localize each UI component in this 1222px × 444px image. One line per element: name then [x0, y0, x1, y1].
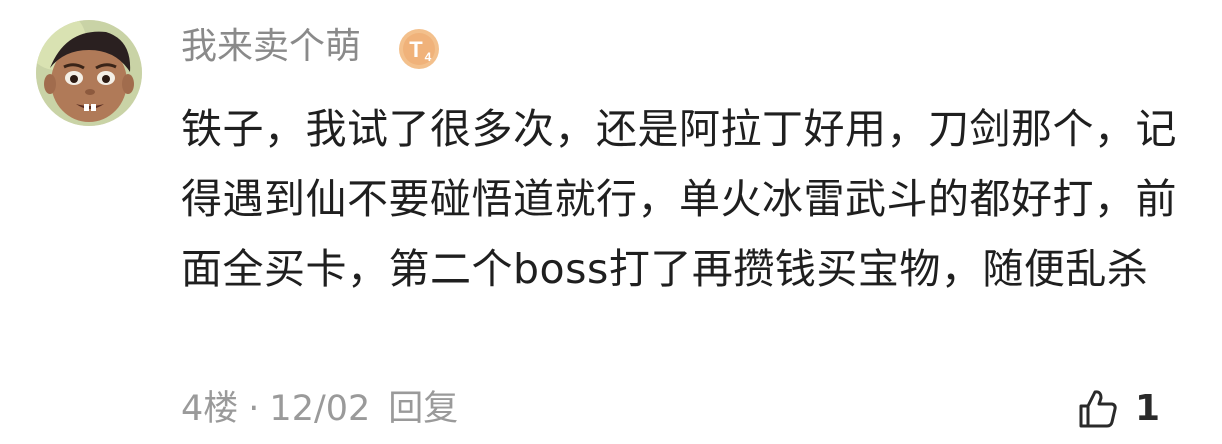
like-count: 1	[1134, 388, 1160, 429]
meta-separator: ·	[248, 389, 260, 429]
user-avatar[interactable]	[36, 20, 142, 126]
like-button[interactable]: 1	[1077, 384, 1160, 434]
reply-button[interactable]: 回复	[388, 389, 458, 429]
level-badge-letter: T	[409, 37, 423, 62]
avatar-image	[36, 20, 142, 126]
comment-meta: 4楼 · 12/02 回复	[181, 384, 458, 434]
comment-date: 12/02	[269, 389, 371, 429]
comment-text: 铁子，我试了很多次，还是阿拉丁好用，刀剑那个，记得遇到仙不要碰悟道就行，单火冰雷…	[181, 105, 1177, 293]
comment-item: 我来卖个萌 T 4 铁子，我试了很多次，还是阿拉丁好用，刀剑那个，记得遇到仙不要…	[0, 0, 1222, 444]
user-level-badge-icon: T 4	[399, 29, 439, 69]
thumb-up-icon	[1079, 390, 1117, 428]
floor-number: 4楼	[181, 389, 239, 429]
username[interactable]: 我来卖个萌	[181, 22, 361, 72]
level-badge-number: 4	[425, 50, 432, 64]
